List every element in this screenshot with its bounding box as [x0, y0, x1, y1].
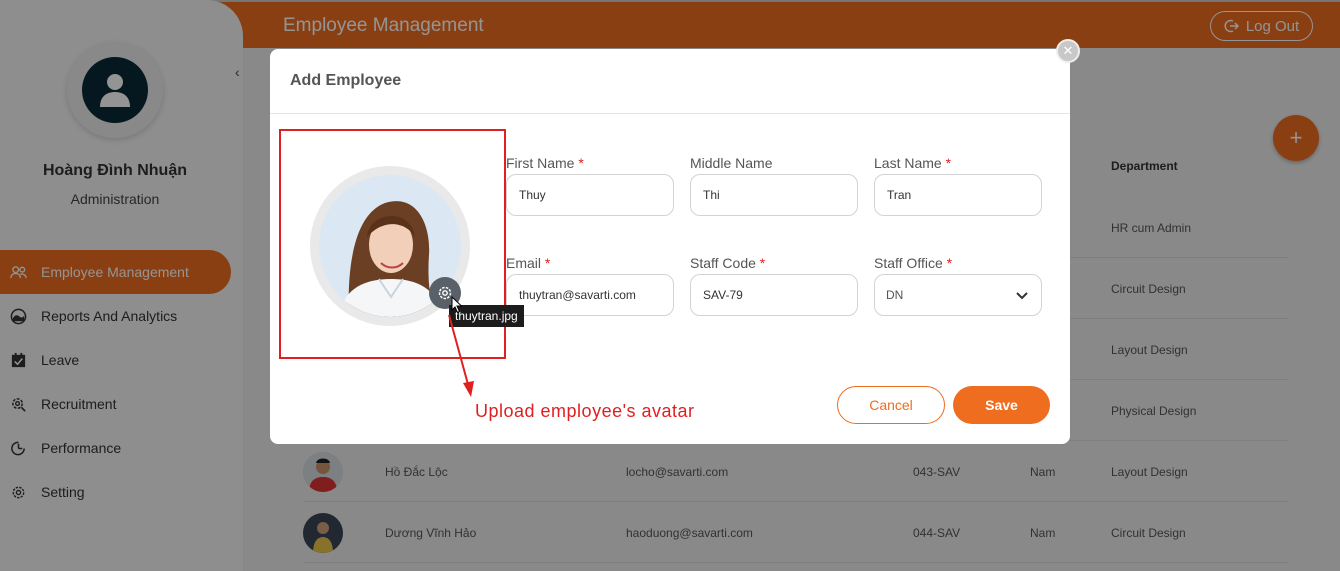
chevron-down-icon: [1016, 292, 1028, 300]
modal-title: Add Employee: [290, 72, 402, 89]
close-modal-button[interactable]: ✕: [1056, 39, 1080, 63]
save-button[interactable]: Save: [953, 386, 1050, 424]
last-name-label: Last Name *: [874, 155, 952, 171]
staff-office-label: Staff Office *: [874, 255, 953, 271]
middle-name-label: Middle Name: [690, 155, 773, 171]
email-label: Email *: [506, 255, 551, 271]
first-name-input[interactable]: [506, 174, 674, 216]
staff-office-value: DN: [886, 288, 904, 302]
last-name-input[interactable]: [874, 174, 1042, 216]
email-field[interactable]: [506, 274, 674, 316]
staff-code-label: Staff Code *: [690, 255, 766, 271]
staff-code-input[interactable]: [690, 274, 858, 316]
cancel-button[interactable]: Cancel: [837, 386, 945, 424]
middle-name-input[interactable]: [690, 174, 858, 216]
annotation-label: Upload employee's avatar: [475, 401, 695, 421]
staff-office-select[interactable]: DN: [874, 274, 1042, 316]
first-name-label: First Name *: [506, 155, 584, 171]
modal-header: Add Employee: [270, 49, 1070, 114]
close-icon: ✕: [1062, 43, 1074, 58]
mouse-cursor-icon: [451, 296, 463, 314]
